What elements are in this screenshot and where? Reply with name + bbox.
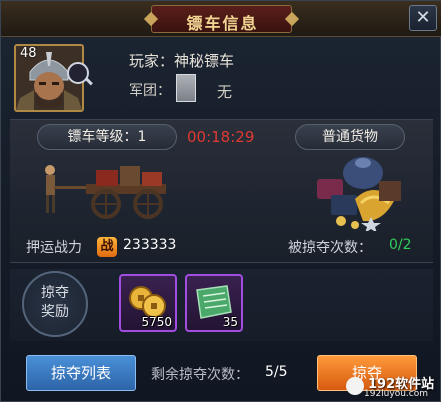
robbed-count-value: 0/2 <box>389 237 412 253</box>
remaining-rob-label: 剩余掠夺次数： <box>151 367 249 383</box>
watermark-logo-icon <box>346 377 364 395</box>
title-plate: 镖车信息 <box>151 5 292 33</box>
escort-cart-panel: 镖车信息 ✕ 48 玩家：神秘镖车 军团： 无 镖车等级：1 00:18:29 … <box>0 0 441 402</box>
reward-item-count: 35 <box>222 315 238 329</box>
guild-banner-icon <box>176 74 196 102</box>
rob-list-button[interactable]: 掠夺列表 <box>26 355 136 391</box>
power-badge-icon: 战 <box>97 237 117 257</box>
site-watermark: 192软件站 192luyou.com <box>346 373 440 401</box>
reward-item-count: 5750 <box>141 315 172 329</box>
goods-type-badge: 普通货物 <box>295 124 405 150</box>
cart-with-porter-icon <box>45 165 166 219</box>
player-level: 48 <box>20 46 37 61</box>
watermark-line2: 192luyou.com <box>364 389 429 399</box>
title-bar: 镖车信息 ✕ <box>1 1 441 37</box>
reward-item-scroll[interactable]: 35 <box>185 274 243 332</box>
cart-level-badge: 镖车等级：1 <box>37 124 177 150</box>
escort-power-label: 押运战力 <box>26 240 82 256</box>
reward-label-line2: 奖励 <box>41 304 69 320</box>
close-button[interactable]: ✕ <box>409 5 437 31</box>
guild-value: 无 <box>217 83 233 101</box>
reward-item-gold[interactable]: 5750 <box>119 274 177 332</box>
cart-timer: 00:18:29 <box>187 128 255 146</box>
escort-power-value: 233333 <box>123 237 177 253</box>
reward-label-line1: 掠夺 <box>41 285 69 301</box>
guild-label: 军团： <box>129 83 171 99</box>
player-name: 玩家：神秘镖车 <box>129 52 235 70</box>
reward-label: 掠夺 奖励 <box>24 284 86 322</box>
panel-title: 镖车信息 <box>186 14 259 33</box>
magnify-icon[interactable] <box>67 62 89 84</box>
remaining-rob-value: 5/5 <box>265 364 288 380</box>
reward-label-badge: 掠夺 奖励 <box>22 271 88 337</box>
robbed-count-label: 被掠夺次数： <box>288 240 372 256</box>
cargo-pile-icon <box>317 157 401 231</box>
